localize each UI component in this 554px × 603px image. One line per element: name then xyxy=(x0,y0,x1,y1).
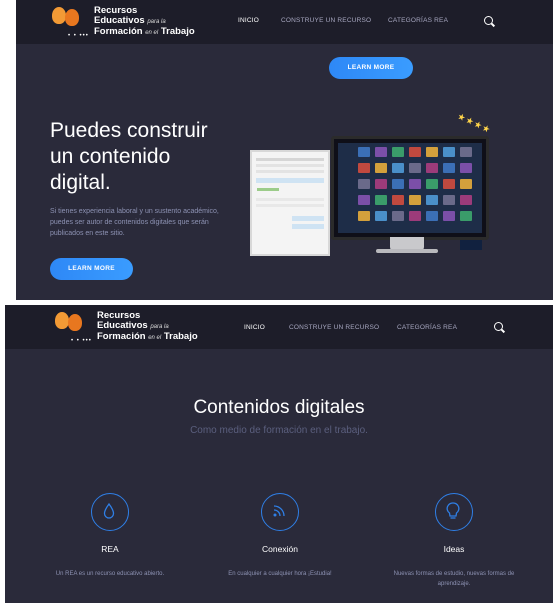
monitor-tile xyxy=(426,211,438,221)
feature-text: En cualquier a cualquier hora ¡Estudia! xyxy=(228,571,332,577)
monitor-tile xyxy=(460,211,472,221)
monitor-tile xyxy=(392,195,404,205)
feature-title: Conexión xyxy=(262,544,298,554)
feature-text: Un REA es un recurso educativo abierto. xyxy=(55,571,165,577)
monitor-tile xyxy=(358,211,370,221)
balloons-icon xyxy=(53,310,87,334)
monitor-tile xyxy=(426,179,438,189)
monitor-tile xyxy=(375,195,387,205)
monitor-tile xyxy=(443,211,455,221)
nav-inicio[interactable]: INICIO xyxy=(238,17,259,24)
rss-icon xyxy=(261,493,299,531)
section-subtitle: Como medio de formación en el trabajo. xyxy=(190,425,368,436)
hero-screenshot: Recursos Educativos para la Formación en… xyxy=(16,0,553,300)
balloons-icon xyxy=(50,5,84,29)
learn-more-top-button[interactable]: LEARN MORE xyxy=(329,57,413,79)
monitor-tile xyxy=(409,147,421,157)
monitor-tile xyxy=(392,163,404,173)
nav-categorias[interactable]: CATEGORÍAS REA xyxy=(388,17,448,24)
feature-title: Ideas xyxy=(443,544,465,554)
monitor-tile xyxy=(460,179,472,189)
features-screenshot: Recursos Educativos para la Formación en… xyxy=(5,305,553,603)
monitor-stand-base xyxy=(376,249,438,253)
feature-ideas: Ideas Nuevas formas de estudio, nuevas f… xyxy=(379,493,529,589)
hero-title: Puedes construir un contenido digital. xyxy=(50,119,208,194)
monitor-tile xyxy=(375,211,387,221)
monitor-tile xyxy=(375,163,387,173)
rating-stars: ★★★★ xyxy=(455,110,493,136)
monitor-tile xyxy=(392,179,404,189)
tablet-illustration xyxy=(250,150,330,256)
hero-description: Si tienes experiencia laboral y un suste… xyxy=(50,208,219,237)
learn-more-button[interactable]: LEARN MORE xyxy=(50,258,133,280)
logo-dots-2: • • ••• xyxy=(71,338,92,344)
monitor-tile xyxy=(443,195,455,205)
monitor-tile xyxy=(392,211,404,221)
search-icon[interactable] xyxy=(484,16,496,28)
monitor-tile xyxy=(409,163,421,173)
feature-rea: REA Un REA es un recurso educativo abier… xyxy=(35,493,185,579)
nav-construye-2[interactable]: CONSTRUYE UN RECURSO xyxy=(289,324,379,331)
nav-categorias-2[interactable]: CATEGORÍAS REA xyxy=(397,324,457,331)
nav-inicio-2[interactable]: INICIO xyxy=(244,324,265,331)
monitor-tile xyxy=(443,163,455,173)
logo-text: Recursos Educativos para la Formación en… xyxy=(94,5,195,37)
logo-text-2: Recursos Educativos para la Formación en… xyxy=(97,310,198,342)
monitor-tile xyxy=(358,195,370,205)
feature-conexion: Conexión En cualquier a cualquier hora ¡… xyxy=(205,493,355,579)
top-navbar: Recursos Educativos para la Formación en… xyxy=(16,0,553,44)
monitor-tile xyxy=(358,147,370,157)
drop-icon xyxy=(91,493,129,531)
monitor-tile xyxy=(392,147,404,157)
monitor-tile xyxy=(358,179,370,189)
monitor-tile xyxy=(443,147,455,157)
feature-title: REA xyxy=(101,544,119,554)
monitor-tile xyxy=(426,163,438,173)
nav-construye[interactable]: CONSTRUYE UN RECURSO xyxy=(281,17,371,24)
monitor-tile xyxy=(409,211,421,221)
feature-text: Nuevas formas de estudio, nuevas formas … xyxy=(393,571,515,587)
logo-dots: • • ••• xyxy=(68,33,89,39)
section-title: Contenidos digitales xyxy=(193,397,365,418)
site-logo[interactable]: Recursos Educativos para la Formación en… xyxy=(50,5,200,41)
monitor-illustration xyxy=(331,136,489,240)
monitor-tile xyxy=(409,179,421,189)
monitor-tile xyxy=(426,195,438,205)
monitor-tile xyxy=(375,147,387,157)
monitor-tile xyxy=(460,163,472,173)
lightbulb-icon xyxy=(435,493,473,531)
monitor-tile xyxy=(426,147,438,157)
top-navbar-2: Recursos Educativos para la Formación en… xyxy=(5,305,553,349)
monitor-tile xyxy=(409,195,421,205)
search-icon-2[interactable] xyxy=(494,322,506,334)
monitor-tile xyxy=(460,195,472,205)
monitor-tile xyxy=(375,179,387,189)
site-logo-2[interactable]: Recursos Educativos para la Formación en… xyxy=(53,310,203,346)
monitor-tile xyxy=(443,179,455,189)
monitor-tile xyxy=(358,163,370,173)
monitor-tile xyxy=(460,147,472,157)
